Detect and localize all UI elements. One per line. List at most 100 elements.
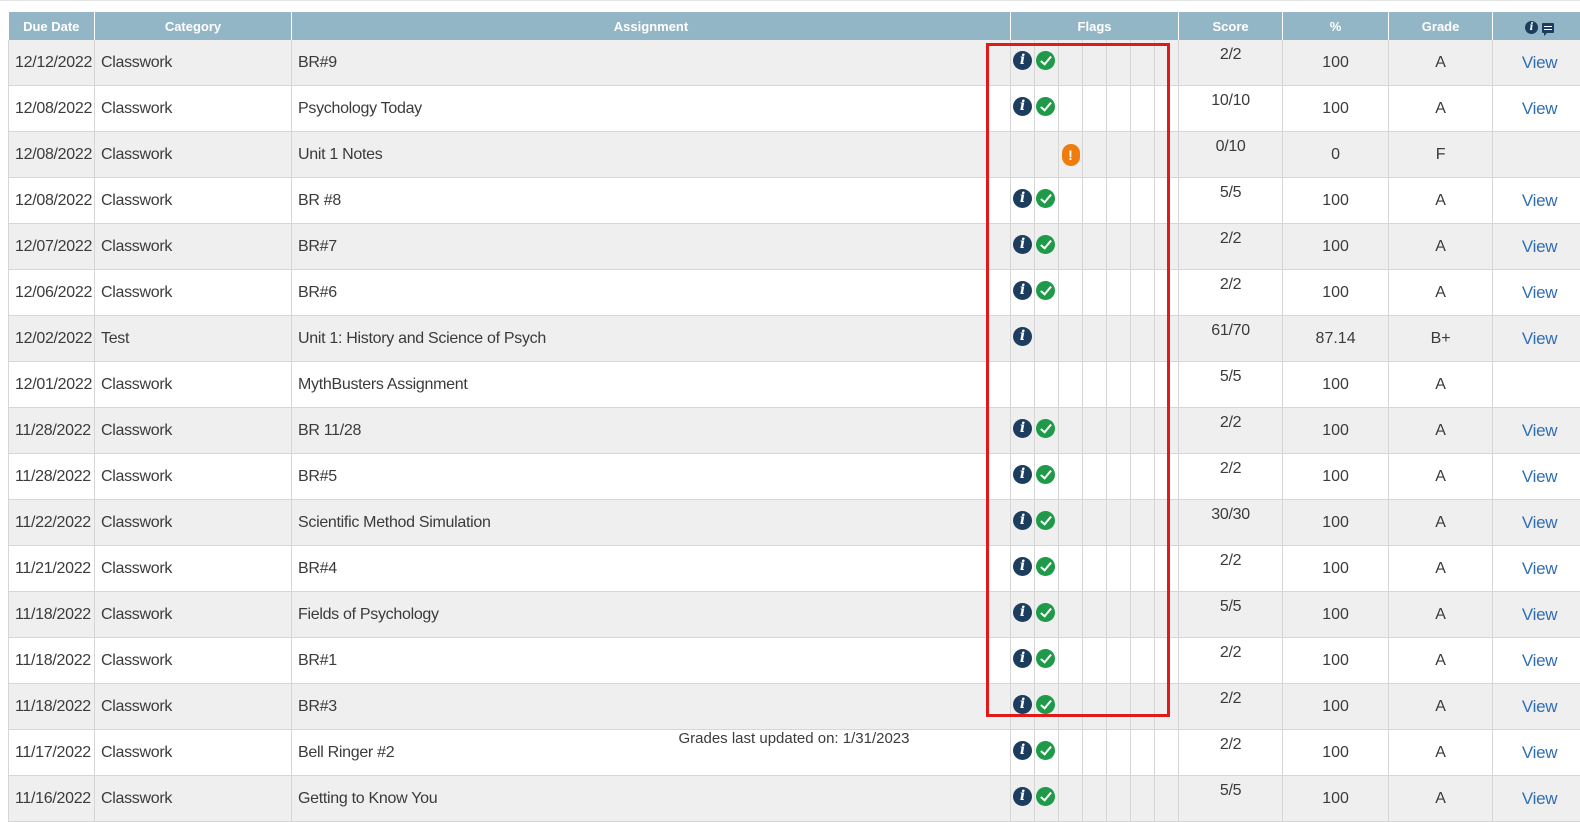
percent-cell: 0 — [1283, 132, 1389, 178]
view-link[interactable]: View — [1522, 559, 1557, 578]
flag-cell — [1155, 270, 1179, 316]
view-link[interactable]: View — [1522, 421, 1557, 440]
info-icon[interactable] — [1013, 419, 1032, 438]
check-circle-icon[interactable] — [1036, 511, 1055, 530]
grade-cell: A — [1389, 178, 1493, 224]
action-cell: View — [1493, 500, 1580, 546]
flag-cell — [1011, 86, 1035, 132]
view-link[interactable]: View — [1522, 467, 1557, 486]
flag-cell — [1155, 776, 1179, 822]
missing-alert-icon[interactable] — [1062, 144, 1080, 166]
info-icon[interactable] — [1013, 465, 1032, 484]
info-icon[interactable] — [1013, 51, 1032, 70]
check-circle-icon[interactable] — [1036, 235, 1055, 254]
percent-cell: 100 — [1283, 270, 1389, 316]
assignment-cell: BR#5 — [292, 454, 1011, 500]
flag-cell — [1107, 546, 1131, 592]
check-circle-icon[interactable] — [1036, 419, 1055, 438]
flag-cell — [1059, 546, 1083, 592]
category-cell: Classwork — [95, 638, 292, 684]
flag-cell — [1155, 224, 1179, 270]
info-icon[interactable] — [1013, 557, 1032, 576]
score-cell: 5/5 — [1179, 362, 1283, 408]
flag-cell — [1131, 592, 1155, 638]
flag-cell — [1083, 638, 1107, 684]
grade-cell: A — [1389, 408, 1493, 454]
category-cell: Classwork — [95, 224, 292, 270]
flag-cell — [1035, 132, 1059, 178]
assignment-cell: Psychology Today — [292, 86, 1011, 132]
due-date-cell: 12/12/2022 — [9, 40, 95, 86]
table-row: 12/08/2022ClassworkBR #85/5100AView — [9, 178, 1580, 224]
percent-cell: 100 — [1283, 592, 1389, 638]
view-link[interactable]: View — [1522, 697, 1557, 716]
info-icon[interactable] — [1013, 235, 1032, 254]
score-cell: 2/2 — [1179, 546, 1283, 592]
flag-cell — [1011, 500, 1035, 546]
view-link[interactable]: View — [1522, 513, 1557, 532]
info-icon[interactable] — [1013, 511, 1032, 530]
view-link[interactable]: View — [1522, 53, 1557, 72]
flag-cell — [1011, 408, 1035, 454]
info-icon[interactable] — [1013, 649, 1032, 668]
check-circle-icon[interactable] — [1036, 51, 1055, 70]
percent-cell: 100 — [1283, 408, 1389, 454]
flag-cell — [1131, 454, 1155, 500]
flag-cell — [1059, 454, 1083, 500]
view-link[interactable]: View — [1522, 789, 1557, 808]
view-link[interactable]: View — [1522, 237, 1557, 256]
info-icon[interactable] — [1013, 189, 1032, 208]
score-cell: 10/10 — [1179, 86, 1283, 132]
due-date-cell: 11/22/2022 — [9, 500, 95, 546]
flag-cell — [1011, 132, 1035, 178]
grades-last-updated: Grades last updated on: 1/31/2023 — [8, 718, 1579, 760]
flag-cell — [1155, 86, 1179, 132]
info-icon[interactable] — [1013, 787, 1032, 806]
table-row: 12/08/2022ClassworkPsychology Today10/10… — [9, 86, 1580, 132]
view-link[interactable]: View — [1522, 283, 1557, 302]
check-circle-icon[interactable] — [1036, 557, 1055, 576]
view-link[interactable]: View — [1522, 191, 1557, 210]
score-cell: 2/2 — [1179, 408, 1283, 454]
due-date-cell: 12/08/2022 — [9, 132, 95, 178]
flag-cell — [1059, 40, 1083, 86]
col-header-assignment[interactable]: Assignment — [292, 12, 1011, 40]
check-circle-icon[interactable] — [1036, 695, 1055, 714]
col-header-category[interactable]: Category — [95, 12, 292, 40]
flag-cell — [1107, 316, 1131, 362]
info-icon[interactable] — [1013, 695, 1032, 714]
info-icon[interactable] — [1013, 97, 1032, 116]
flag-cell — [1155, 40, 1179, 86]
check-circle-icon[interactable] — [1036, 787, 1055, 806]
col-header-due-date[interactable]: Due Date — [9, 12, 95, 40]
info-icon[interactable] — [1013, 603, 1032, 622]
score-cell: 5/5 — [1179, 592, 1283, 638]
due-date-cell: 11/28/2022 — [9, 454, 95, 500]
check-circle-icon[interactable] — [1036, 649, 1055, 668]
view-link[interactable]: View — [1522, 651, 1557, 670]
percent-cell: 100 — [1283, 638, 1389, 684]
view-link[interactable]: View — [1522, 99, 1557, 118]
col-header-percent[interactable]: % — [1283, 12, 1389, 40]
due-date-cell: 12/08/2022 — [9, 86, 95, 132]
view-link[interactable]: View — [1522, 329, 1557, 348]
check-circle-icon[interactable] — [1036, 97, 1055, 116]
action-cell: View — [1493, 592, 1580, 638]
assignment-cell: Unit 1: History and Science of Psych — [292, 316, 1011, 362]
score-cell: 2/2 — [1179, 454, 1283, 500]
flag-cell — [1083, 454, 1107, 500]
col-header-flags: Flags — [1011, 12, 1179, 40]
check-circle-icon[interactable] — [1036, 189, 1055, 208]
table-row: 11/28/2022ClassworkBR#52/2100AView — [9, 454, 1580, 500]
flag-cell — [1107, 132, 1131, 178]
check-circle-icon[interactable] — [1036, 281, 1055, 300]
col-header-grade[interactable]: Grade — [1389, 12, 1493, 40]
info-icon[interactable] — [1013, 327, 1032, 346]
flag-cell — [1107, 592, 1131, 638]
col-header-score[interactable]: Score — [1179, 12, 1283, 40]
view-link[interactable]: View — [1522, 605, 1557, 624]
info-icon[interactable] — [1013, 281, 1032, 300]
check-circle-icon[interactable] — [1036, 465, 1055, 484]
due-date-cell: 11/18/2022 — [9, 638, 95, 684]
check-circle-icon[interactable] — [1036, 603, 1055, 622]
